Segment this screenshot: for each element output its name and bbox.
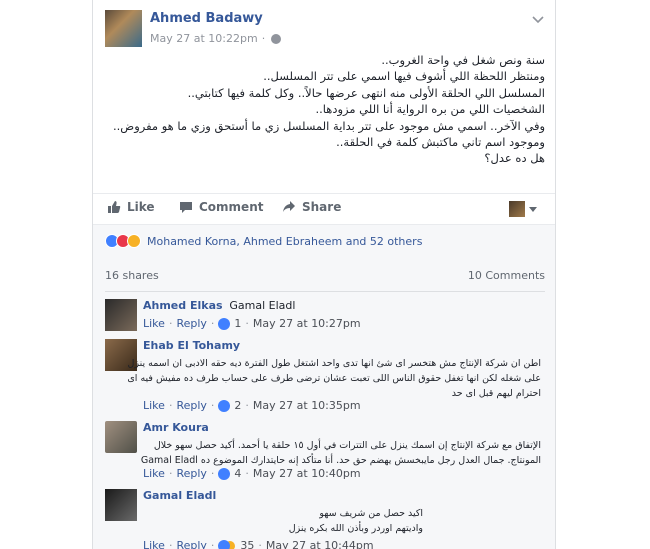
comments-area: Mohamed Korna, Ahmed Ebraheem and 52 oth… xyxy=(93,224,555,549)
caret-down-icon[interactable] xyxy=(529,207,537,212)
post-line: سنة ونص شغل في واحة الغروب.. xyxy=(381,53,545,67)
globe-icon xyxy=(271,33,282,44)
like-label: Like xyxy=(127,200,155,214)
comment-reply-link[interactable]: Reply xyxy=(176,467,206,480)
share-button[interactable]: Share xyxy=(282,200,341,214)
comment-line: المونتاج. جمال العدل رجل مايبخسش يهضم حق… xyxy=(140,455,541,466)
comment-reply-link[interactable]: Reply xyxy=(176,539,206,549)
comment-label: Comment xyxy=(199,200,264,214)
like-button[interactable]: Like xyxy=(107,200,155,214)
author-name[interactable]: Ahmed Badawy xyxy=(150,11,263,26)
commenter-name[interactable]: Ahmed Elkas xyxy=(143,299,223,312)
post-line: وموجود اسم تاني ماكتبش كلمة في الحلقة.. xyxy=(336,135,545,150)
like-badge-icon xyxy=(218,467,231,480)
commenter-avatar[interactable] xyxy=(105,299,137,331)
comment-actions: Like · Reply · 4 · May 27 at 10:40pm xyxy=(143,467,361,480)
post-line: ومنتظر اللحظة اللي أشوف فيها اسمي على تت… xyxy=(263,69,545,84)
share-icon xyxy=(283,201,295,212)
comment-body: Gamal Eladl اكيد حصل من شريف سهو واديتهم… xyxy=(143,489,543,536)
audience-avatar[interactable] xyxy=(509,201,525,217)
comment-time[interactable]: May 27 at 10:44pm xyxy=(266,539,374,549)
thumbs-up-icon xyxy=(108,201,121,213)
meta-separator: · xyxy=(261,32,266,45)
comment-line: الإتفاق مع شركة الإنتاج إن اسمك ينزل على… xyxy=(153,440,541,451)
commenter-name[interactable]: Amr Koura xyxy=(143,421,209,434)
commenter-name[interactable]: Gamal Eladl xyxy=(143,489,216,502)
comment-line: واديتهم اوردر وبأذن الله بكره ينزل xyxy=(288,523,423,534)
commenter-name[interactable]: Ehab El Tohamy xyxy=(143,339,240,352)
comment-reply-link[interactable]: Reply xyxy=(176,317,206,330)
comment-like-count[interactable]: 4 xyxy=(234,467,241,480)
comment-like-count[interactable]: 1 xyxy=(234,317,241,330)
comment-text: اطن ان شركة الإنتاج مش هتخسر اى شئ انها … xyxy=(127,356,543,401)
comment-button[interactable]: Comment xyxy=(179,200,263,214)
comment-like-link[interactable]: Like xyxy=(143,317,165,330)
commenter-avatar[interactable] xyxy=(105,421,137,453)
post-meta: May 27 at 10:22pm · xyxy=(150,32,282,45)
like-badge-icon xyxy=(218,539,231,549)
comment-time[interactable]: May 27 at 10:40pm xyxy=(253,467,361,480)
comments-count[interactable]: 10 Comments xyxy=(468,269,545,282)
author-avatar[interactable] xyxy=(105,10,142,47)
comment-like-count[interactable]: 2 xyxy=(234,399,241,412)
comment-actions: Like · Reply · 2 · May 27 at 10:35pm xyxy=(143,399,361,412)
like-badge-icon xyxy=(218,399,231,412)
comment-like-link[interactable]: Like xyxy=(143,539,165,549)
post-line: وفي الآخر.. اسمي مش موجود على تتر بداية … xyxy=(113,118,545,133)
comment-text: الإتفاق مع شركة الإنتاج إن اسمك ينزل على… xyxy=(140,438,543,468)
comment-like-count[interactable]: 35 xyxy=(240,539,254,549)
post-card: Ahmed Badawy May 27 at 10:22pm · سنة ونص… xyxy=(92,0,556,549)
post-line: هل ده عدل؟ xyxy=(484,151,545,166)
comment-text: اكيد حصل من شريف سهو واديتهم اوردر وبأذن… xyxy=(143,506,543,536)
comment-reply-link[interactable]: Reply xyxy=(176,399,206,412)
sad-reaction-icon xyxy=(127,234,141,248)
comment-icon xyxy=(180,202,192,213)
reactions-text[interactable]: Mohamed Korna, Ahmed Ebraheem and 52 oth… xyxy=(147,235,422,248)
comment-body: Ahmed Elkas Gamal Eladl xyxy=(143,299,543,312)
comment-actions: Like · Reply · 1 · May 27 at 10:27pm xyxy=(143,317,361,330)
comment-body: Amr Koura الإتفاق مع شركة الإنتاج إن اسم… xyxy=(140,421,543,468)
chevron-down-icon[interactable] xyxy=(531,12,545,26)
post-timestamp[interactable]: May 27 at 10:22pm xyxy=(150,32,258,45)
comment-line: اكيد حصل من شريف سهو xyxy=(319,508,423,519)
reactions-row[interactable]: Mohamed Korna, Ahmed Ebraheem and 52 oth… xyxy=(105,234,422,248)
comment-line: اطن ان شركة الإنتاج مش هتخسر اى شئ انها … xyxy=(127,358,541,369)
post-actions-bar: Like Comment Share xyxy=(93,193,555,223)
comment-line: على شغله لكن انها تغفل حقوق الناس اللى ت… xyxy=(127,373,541,384)
tagged-user[interactable]: Gamal Eladl xyxy=(229,299,295,312)
post-header: Ahmed Badawy May 27 at 10:22pm · xyxy=(105,10,545,50)
comment-time[interactable]: May 27 at 10:35pm xyxy=(253,399,361,412)
comment-actions: Like · Reply · 35 · May 27 at 10:44pm xyxy=(143,539,374,549)
share-label: Share xyxy=(302,200,342,214)
divider xyxy=(105,291,545,292)
commenter-avatar[interactable] xyxy=(105,489,137,521)
comment-body: Ehab El Tohamy اطن ان شركة الإنتاج مش هت… xyxy=(127,339,543,401)
post-text: سنة ونص شغل في واحة الغروب.. ومنتظر اللح… xyxy=(105,52,545,167)
like-badge-icon xyxy=(218,317,231,330)
shares-count[interactable]: 16 shares xyxy=(105,269,159,282)
comment-like-link[interactable]: Like xyxy=(143,467,165,480)
comment-like-link[interactable]: Like xyxy=(143,399,165,412)
post-line: المسلسل اللي الحلقة الأولى منه انتهى عرض… xyxy=(187,85,545,100)
post-line: الشخصيات اللي من بره الرواية أنا اللي مز… xyxy=(315,102,545,117)
comment-time[interactable]: May 27 at 10:27pm xyxy=(253,317,361,330)
